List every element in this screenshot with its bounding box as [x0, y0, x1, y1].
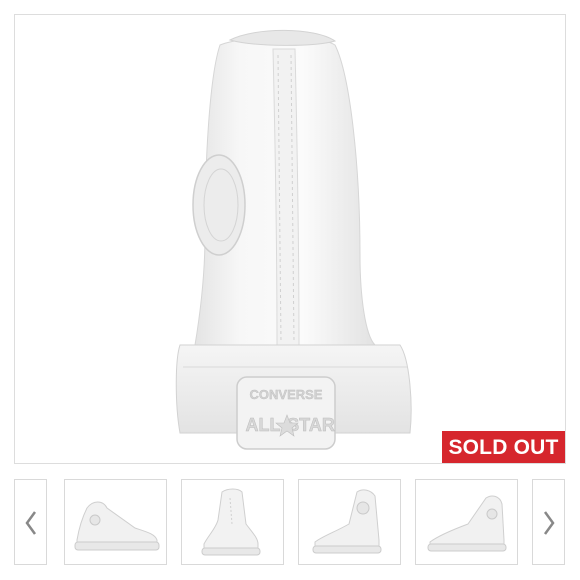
thumbnail-image	[74, 501, 160, 551]
chevron-right-icon	[543, 511, 555, 535]
heel-logo-left: ALL	[246, 415, 281, 435]
main-product-image[interactable]: CONVERSE ALL STAR SOLD OUT	[14, 14, 566, 464]
thumbnail-image	[201, 488, 261, 556]
heel-logo-top: CONVERSE	[250, 387, 323, 402]
sold-out-badge: SOLD OUT	[442, 431, 565, 463]
thumbnail-side-view[interactable]	[64, 479, 167, 565]
thumbnail-image	[427, 495, 507, 552]
thumbnail-gallery	[14, 479, 566, 567]
shoe-rear-image: CONVERSE ALL STAR	[175, 29, 412, 450]
thumbnail-image	[312, 489, 382, 554]
previous-image-button[interactable]	[14, 479, 47, 565]
chevron-left-icon	[25, 511, 37, 535]
thumbnail-three-quarter-view[interactable]	[181, 479, 284, 565]
next-image-button[interactable]	[532, 479, 565, 565]
thumbnail-inner-side-view[interactable]	[298, 479, 401, 565]
thumbnail-opposite-side-view[interactable]	[415, 479, 518, 565]
